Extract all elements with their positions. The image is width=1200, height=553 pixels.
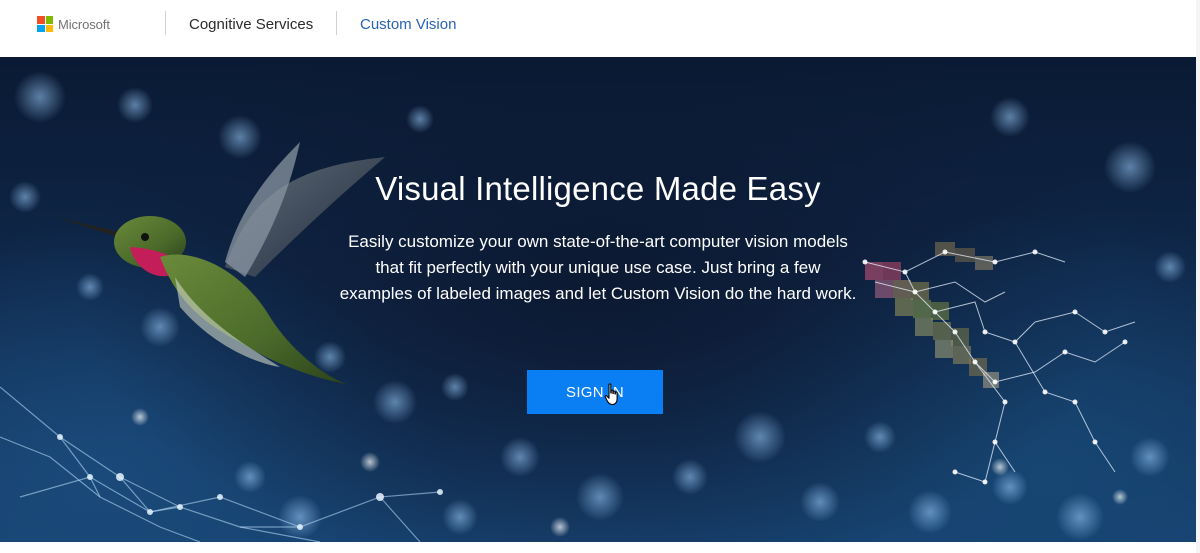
microsoft-wordmark: Microsoft: [58, 16, 110, 32]
wireframe-hummingbird-image: [862, 242, 1136, 485]
hand-pointer-icon: [604, 383, 618, 406]
scrollbar[interactable]: [1196, 0, 1200, 553]
header-divider: [165, 11, 166, 35]
page-footer-band: [0, 542, 1196, 553]
nav-cognitive-services[interactable]: Cognitive Services: [189, 16, 313, 33]
header-divider: [336, 11, 337, 35]
nav-custom-vision[interactable]: Custom Vision: [360, 16, 456, 33]
sign-in-button[interactable]: SIGN IN: [527, 370, 663, 414]
hero-title: Visual Intelligence Made Easy: [375, 170, 821, 207]
top-header: Microsoft Cognitive Services Custom Visi…: [0, 0, 1196, 58]
microsoft-logo[interactable]: Microsoft: [37, 15, 110, 33]
hero-banner: Visual Intelligence Made Easy Easily cus…: [0, 57, 1196, 542]
page: Microsoft Cognitive Services Custom Visi…: [0, 0, 1200, 553]
microsoft-logo-icon: [37, 16, 53, 32]
hero-description: Easily customize your own state-of-the-a…: [339, 232, 857, 303]
